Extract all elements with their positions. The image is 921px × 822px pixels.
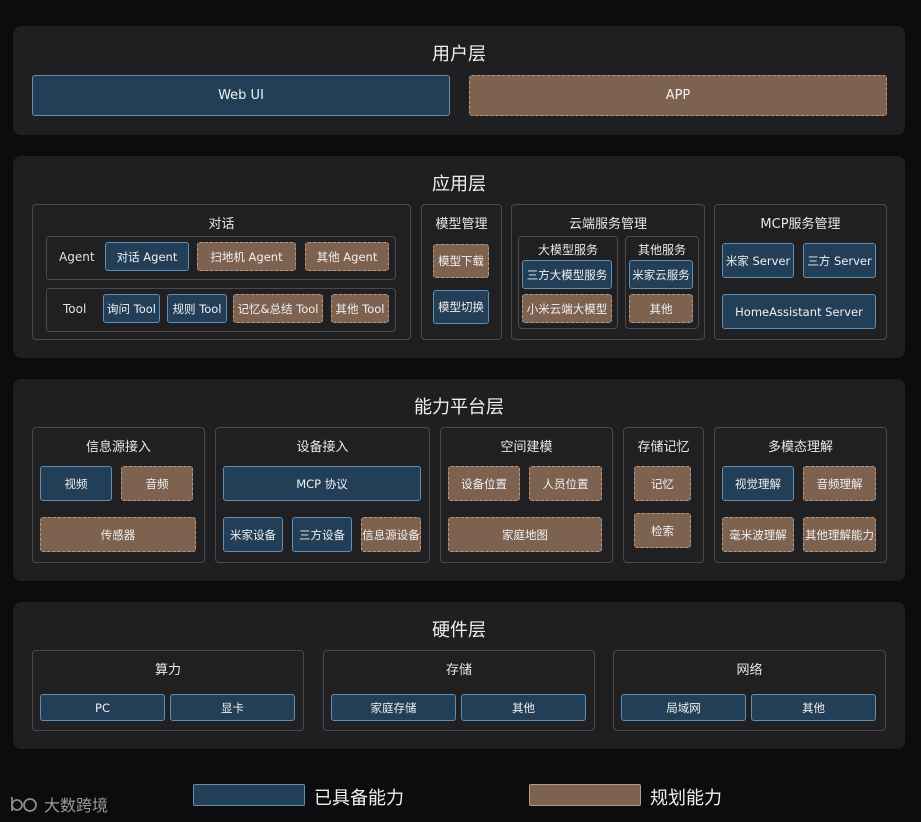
legend-plan-swatch xyxy=(529,784,641,806)
pc-box: PC xyxy=(40,694,165,721)
mcp-title: MCP服务管理 xyxy=(760,217,841,232)
retrieval-box: 检索 xyxy=(634,513,691,548)
agent-row: Agent 对话 Agent 扫地机 Agent 其他 Agent xyxy=(46,236,396,280)
video-box: 视频 xyxy=(40,466,112,501)
mmwave-box: 毫米波理解 xyxy=(722,517,794,552)
audio-understanding-box: 音频理解 xyxy=(803,466,876,501)
mcp-panel: MCP服务管理 米家 Server 三方 Server HomeAssistan… xyxy=(714,204,887,340)
xiaomi-cloud-llm: 小米云端大模型 xyxy=(522,294,612,323)
cloud-other: 其他 xyxy=(629,294,693,323)
other-service-title: 其他服务 xyxy=(637,243,686,257)
model-mgmt-title: 模型管理 xyxy=(435,217,488,232)
model-mgmt-panel: 模型管理 模型下载 模型切换 xyxy=(421,204,502,340)
device-access-panel: 设备接入 MCP 协议 米家设备 三方设备 信息源设备 xyxy=(215,427,430,563)
hardware-layer: 硬件层 算力 PC 显卡 存储 家庭存储 其他 网络 局域网 其他 xyxy=(13,602,905,749)
home-map-box: 家庭地图 xyxy=(448,517,602,552)
tool-other: 其他 Tool xyxy=(331,294,389,323)
third-party-llm: 三方大模型服务 xyxy=(522,260,612,289)
agent-other: 其他 Agent xyxy=(305,242,389,271)
mcp-protocol-box: MCP 协议 xyxy=(223,466,421,501)
lan-box: 局域网 xyxy=(621,694,746,721)
storage-panel: 存储 家庭存储 其他 xyxy=(323,650,595,731)
info-source-panel: 信息源接入 视频 音频 传感器 xyxy=(32,427,205,563)
cloud-title: 云端服务管理 xyxy=(568,217,647,232)
gpu-box: 显卡 xyxy=(170,694,295,721)
network-panel: 网络 局域网 其他 xyxy=(613,650,886,731)
legend-have-label: 已具备能力 xyxy=(314,788,404,809)
memory-title: 存储记忆 xyxy=(637,440,690,455)
tool-rule: 规则 Tool xyxy=(167,294,227,323)
space-model-title: 空间建模 xyxy=(500,440,553,455)
compute-title: 算力 xyxy=(154,663,181,678)
storage-other-box: 其他 xyxy=(461,694,586,721)
tool-row: Tool 询问 Tool 规则 Tool 记忆&总结 Tool 其他 Tool xyxy=(46,288,396,332)
multimodal-title: 多模态理解 xyxy=(767,440,833,455)
sensor-box: 传感器 xyxy=(40,517,196,552)
mijia-cloud: 米家云服务 xyxy=(629,260,693,289)
legend-plan-label: 规划能力 xyxy=(650,788,722,809)
model-download: 模型下载 xyxy=(433,244,489,278)
agent-label: Agent xyxy=(59,250,95,264)
home-storage-box: 家庭存储 xyxy=(331,694,456,721)
homeassistant-server: HomeAssistant Server xyxy=(722,294,876,329)
agent-sweeper: 扫地机 Agent xyxy=(197,242,296,271)
app-layer-title: 应用层 xyxy=(432,174,486,195)
app-box: APP xyxy=(469,75,887,116)
storage-title: 存储 xyxy=(445,663,472,678)
llm-service-panel: 大模型服务 三方大模型服务 小米云端大模型 xyxy=(518,236,618,329)
watermark-text: 大数跨境 xyxy=(44,796,109,815)
device-access-title: 设备接入 xyxy=(296,440,349,455)
watermark-icon xyxy=(11,797,37,812)
llm-service-title: 大模型服务 xyxy=(537,243,598,257)
user-layer: 用户层 Web UI APP xyxy=(13,26,905,135)
other-service-panel: 其他服务 米家云服务 其他 xyxy=(625,236,699,329)
space-model-panel: 空间建模 设备位置 人员位置 家庭地图 xyxy=(440,427,613,563)
third-party-server: 三方 Server xyxy=(803,243,876,278)
watermark-logo: 大数跨境 xyxy=(10,792,108,816)
memory-box: 记忆 xyxy=(634,466,691,501)
hardware-layer-title: 硬件层 xyxy=(432,620,486,641)
user-layer-title: 用户层 xyxy=(432,44,486,65)
network-title: 网络 xyxy=(736,663,763,678)
audio-box: 音频 xyxy=(121,466,193,501)
third-party-device-box: 三方设备 xyxy=(292,517,352,552)
web-ui-box: Web UI xyxy=(32,75,450,116)
tool-label: Tool xyxy=(63,302,87,316)
compute-panel: 算力 PC 显卡 xyxy=(32,650,304,731)
network-other-box: 其他 xyxy=(751,694,876,721)
platform-layer-title: 能力平台层 xyxy=(414,397,504,418)
app-layer: 应用层 对话 Agent 对话 Agent 扫地机 Agent 其他 Agent… xyxy=(13,156,905,358)
tool-ask: 询问 Tool xyxy=(103,294,160,323)
memory-panel: 存储记忆 记忆 检索 xyxy=(623,427,704,563)
mijia-device-box: 米家设备 xyxy=(223,517,283,552)
cloud-panel: 云端服务管理 大模型服务 三方大模型服务 小米云端大模型 其他服务 米家云服务 … xyxy=(511,204,705,340)
vision-box: 视觉理解 xyxy=(722,466,794,501)
info-source-title: 信息源接入 xyxy=(85,440,151,455)
tool-memory: 记忆&总结 Tool xyxy=(233,294,323,323)
device-position-box: 设备位置 xyxy=(448,466,520,501)
dialog-title: 对话 xyxy=(208,217,235,232)
agent-dialog: 对话 Agent xyxy=(105,242,189,271)
platform-layer: 能力平台层 信息源接入 视频 音频 传感器 设备接入 MCP 协议 米家设备 三… xyxy=(13,379,905,581)
multimodal-panel: 多模态理解 视觉理解 音频理解 毫米波理解 其他理解能力 xyxy=(714,427,887,563)
dialog-panel: 对话 Agent 对话 Agent 扫地机 Agent 其他 Agent Too… xyxy=(32,204,411,340)
legend-have-swatch xyxy=(193,784,305,806)
mijia-server: 米家 Server xyxy=(722,243,794,278)
other-understanding-box: 其他理解能力 xyxy=(803,517,876,552)
person-position-box: 人员位置 xyxy=(529,466,602,501)
info-source-device-box: 信息源设备 xyxy=(361,517,421,552)
model-switch: 模型切换 xyxy=(433,290,489,324)
